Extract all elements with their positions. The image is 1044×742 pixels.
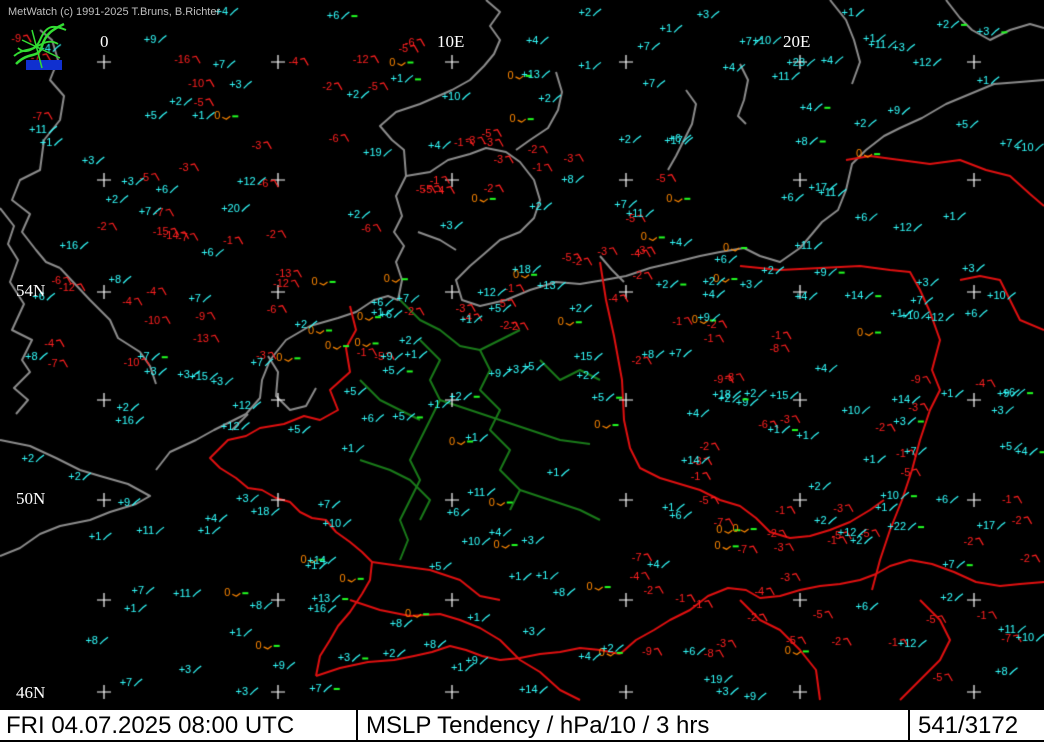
latitude-label-54n: 54N <box>16 281 46 300</box>
longitude-label-0: 0 <box>100 32 109 51</box>
metwatch-logo <box>13 22 67 70</box>
longitude-label-10e: 10E <box>437 32 465 51</box>
status-divider <box>356 710 358 742</box>
status-divider <box>908 710 910 742</box>
copyright-credit: MetWatch (c) 1991-2025 T.Bruns, B.Richte… <box>8 6 221 18</box>
latitude-label-46n: 46N <box>16 683 46 702</box>
valid-datetime: FRI 04.07.2025 08:00 UTC <box>6 712 295 739</box>
latitude-label-50n: 50N <box>16 489 46 508</box>
station-count: 541/3172 <box>918 712 1019 739</box>
status-bar: FRI 04.07.2025 08:00 UTC MSLP Tendency /… <box>0 708 1044 742</box>
station-plot-map[interactable] <box>0 0 1044 740</box>
longitude-label-20e: 20E <box>783 32 811 51</box>
product-title: MSLP Tendency / hPa/10 / 3 hrs <box>366 712 710 739</box>
